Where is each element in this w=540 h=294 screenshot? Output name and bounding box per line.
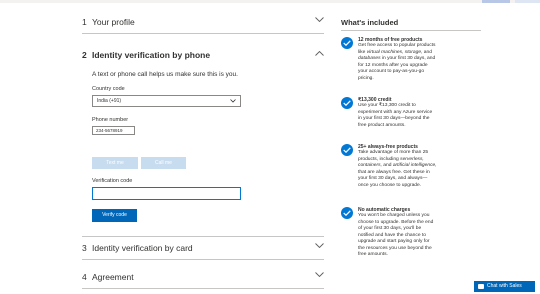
step-title: Agreement bbox=[92, 272, 134, 282]
text-me-button[interactable]: Text me bbox=[92, 157, 138, 169]
country-code-select[interactable]: India (+91) bbox=[92, 95, 241, 107]
divider bbox=[82, 236, 324, 237]
banner-fragment bbox=[482, 0, 510, 3]
step-identity-card[interactable]: 3 Identity verification by card bbox=[82, 243, 324, 259]
step-number: 4 bbox=[82, 272, 87, 282]
text-me-label: Text me bbox=[106, 160, 124, 166]
text-run: serverless, bbox=[400, 156, 424, 162]
step-number: 1 bbox=[82, 17, 87, 27]
text-run: in your first 30 days, and bbox=[380, 56, 436, 61]
verification-code-input[interactable] bbox=[92, 187, 241, 200]
call-me-button[interactable]: Call me bbox=[141, 157, 186, 169]
banner-fragment bbox=[515, 0, 540, 3]
text-run: like bbox=[358, 49, 367, 55]
signup-steps: 1 Your profile 2 Identity verification b… bbox=[0, 0, 330, 294]
step-your-profile[interactable]: 1 Your profile bbox=[82, 17, 324, 33]
text-run: and bbox=[381, 163, 393, 168]
divider bbox=[82, 33, 324, 34]
divider bbox=[82, 259, 324, 260]
chat-with-sales-button[interactable]: Chat with Sales bbox=[474, 281, 535, 292]
benefit-description: Get free access to popular products like… bbox=[358, 43, 481, 82]
divider bbox=[341, 30, 481, 31]
country-code-label: Country code bbox=[92, 86, 125, 92]
phone-number-value: 234-5678919 bbox=[96, 128, 123, 133]
text-line: pricing. bbox=[358, 75, 374, 81]
chat-with-sales-label: Chat with Sales bbox=[487, 283, 522, 289]
call-me-label: Call me bbox=[155, 160, 172, 166]
verify-code-label: Verify code bbox=[102, 212, 127, 218]
phone-number-input[interactable]: 234-5678919 bbox=[92, 126, 135, 135]
benefit-description: Take advantage of more than 25 products,… bbox=[358, 150, 481, 189]
verification-code-label: Verification code bbox=[92, 178, 133, 184]
text-run: databases bbox=[358, 56, 381, 61]
identity-description: A text or phone call helps us make sure … bbox=[92, 71, 238, 78]
text-run: virtual machines, storage, bbox=[366, 49, 423, 55]
text-run: artificial intelligence, bbox=[392, 163, 437, 168]
step-identity-phone[interactable]: 2 Identity verification by phone bbox=[82, 50, 324, 66]
chevron-down-icon bbox=[315, 271, 324, 280]
text-line: once you choose to upgrade. bbox=[358, 182, 422, 188]
panel-title: What's included bbox=[341, 18, 399, 27]
benefit-description: Use your ₹13,300 credit to experiment wi… bbox=[358, 103, 481, 129]
benefit-description: You won't be charged unless you choose t… bbox=[358, 213, 481, 259]
step-number: 3 bbox=[82, 243, 87, 253]
text-line: free product amounts. bbox=[358, 122, 406, 128]
step-title: Identity verification by card bbox=[92, 243, 193, 253]
checkmark-circle-icon bbox=[341, 37, 353, 49]
text-run: containers, bbox=[358, 163, 382, 168]
country-code-value: India (+91) bbox=[97, 98, 122, 104]
step-title: Identity verification by phone bbox=[92, 50, 211, 60]
chevron-down-icon bbox=[230, 96, 236, 108]
text-run: products, including bbox=[358, 156, 401, 162]
text-run: and bbox=[422, 49, 432, 55]
phone-number-label: Phone number bbox=[92, 117, 129, 123]
checkmark-circle-icon bbox=[341, 207, 353, 219]
step-agreement[interactable]: 4 Agreement bbox=[82, 272, 324, 288]
text-line: free amounts. bbox=[358, 252, 388, 257]
step-number: 2 bbox=[82, 50, 87, 60]
checkmark-circle-icon bbox=[341, 144, 353, 156]
step-title: Your profile bbox=[92, 17, 135, 27]
verify-code-button[interactable]: Verify code bbox=[92, 209, 137, 222]
chevron-up-icon bbox=[315, 49, 324, 58]
chevron-down-icon bbox=[315, 242, 324, 251]
checkmark-circle-icon bbox=[341, 97, 353, 109]
divider bbox=[82, 288, 324, 289]
chevron-down-icon bbox=[315, 16, 324, 25]
chat-icon bbox=[478, 284, 484, 289]
